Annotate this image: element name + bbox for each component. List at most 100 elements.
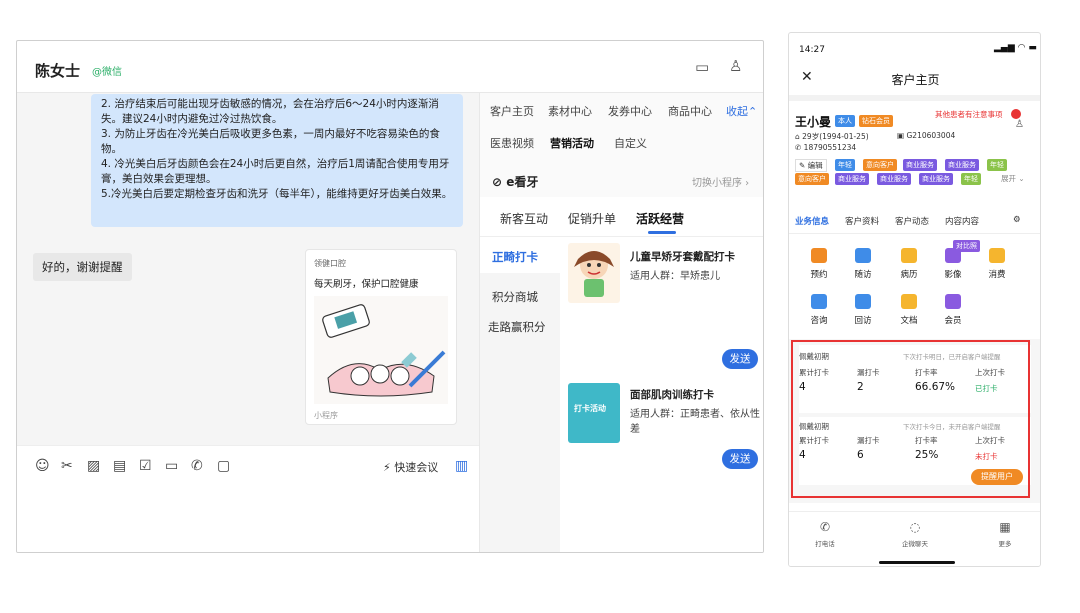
phone-number-value: 18790551234 xyxy=(803,143,857,152)
document-icon[interactable] xyxy=(901,294,917,309)
add-member-icon[interactable]: ♙ xyxy=(729,57,742,75)
tag: 商业服务 xyxy=(903,159,937,171)
toothbrush-illustration xyxy=(314,296,448,404)
checkbox-icon[interactable]: ☑ xyxy=(139,458,152,474)
edit-button[interactable]: ✎ 编辑 xyxy=(795,159,827,172)
sent-message: 2. 治疗结束后可能出现牙齿敏感的情况，会在治疗后6～24小时内逐渐消失。建议2… xyxy=(91,94,463,227)
checkin-activity-image: 打卡活动 xyxy=(568,383,620,443)
child-illustration xyxy=(568,243,620,303)
notice-text[interactable]: 其他患者有注意事项 xyxy=(935,109,1003,120)
document-icon[interactable]: ▤ xyxy=(113,458,126,474)
nav-chat[interactable]: 企微聊天 xyxy=(895,538,935,548)
settings-icon[interactable]: ⚙ xyxy=(1013,215,1021,225)
tab-custom[interactable]: 自定义 xyxy=(614,135,647,151)
tag: 年轻 xyxy=(835,159,855,171)
tag-vip: 钻石会员 xyxy=(859,115,893,127)
tag: 年轻 xyxy=(987,159,1007,171)
appointment-icon[interactable] xyxy=(811,248,827,263)
product-title: 儿童早矫牙套戴配打卡 xyxy=(630,251,735,263)
tab-marketing[interactable]: 营销活动 xyxy=(550,135,594,151)
product-audience: 适用人群：早矫患儿 xyxy=(630,271,720,282)
scissors-icon[interactable]: ✂ xyxy=(61,458,73,474)
expand-button[interactable]: 展开 ⌄ xyxy=(1001,173,1025,184)
grid-label: 会员 xyxy=(944,316,962,326)
consult-icon[interactable] xyxy=(811,294,827,309)
card-number: ▣ G210603004 xyxy=(897,131,956,140)
ptab-content[interactable]: 内容内容 xyxy=(945,215,979,227)
app-name: ⊘ e看牙 xyxy=(492,175,539,189)
chat-window: 陈女士 @微信 ▭ ♙ 2. 治疗结束后可能出现牙齿敏感的情况，会在治疗后6～2… xyxy=(16,40,764,553)
collapse-label: 收起 xyxy=(726,105,748,118)
image-icon[interactable]: ▨ xyxy=(87,458,100,474)
phone-icon[interactable]: ✆ xyxy=(191,458,203,474)
consume-icon[interactable] xyxy=(989,248,1005,263)
tab-customer-home[interactable]: 客户主页 xyxy=(490,103,534,119)
expand-label: 展开 xyxy=(1001,174,1016,183)
send-button[interactable]: 发送 xyxy=(722,349,758,369)
signal-battery-icon: ▂▄▆ ◠ ▬ xyxy=(994,43,1037,53)
activity-sidebar: 正畸打卡 积分商城 走路赢积分 xyxy=(480,237,560,552)
tag: 商业服务 xyxy=(877,173,911,185)
app-name-label: e看牙 xyxy=(506,175,539,189)
edit-label: 编辑 xyxy=(807,161,823,170)
emoji-icon[interactable]: ☺ xyxy=(35,458,50,474)
message-line: 5.冷光美白后要定期检查牙齿和洗牙（每半年），能维持更好牙齿美白效果。 xyxy=(101,188,453,200)
grid-label: 影像 xyxy=(944,270,962,280)
collapse-button[interactable]: 收起⌃ xyxy=(726,103,757,119)
more-icon[interactable]: ▦ xyxy=(985,520,1025,534)
notice-badge xyxy=(1011,109,1021,119)
side-item-walk[interactable]: 走路赢积分 xyxy=(488,319,546,335)
nav-more[interactable]: 更多 xyxy=(985,538,1025,548)
side-item-points[interactable]: 积分商城 xyxy=(492,289,538,305)
grid-label: 病历 xyxy=(900,270,918,280)
function-grid: 对比照 预约 随访 病历 影像 消费 咨询 回访 文档 会员 xyxy=(789,233,1040,339)
message-input[interactable] xyxy=(17,485,479,552)
record-icon[interactable] xyxy=(901,248,917,263)
tab-coupon[interactable]: 发券中心 xyxy=(608,103,652,119)
message-line: 4. 冷光美白后牙齿颜色会在24小时后更自然，治疗后1周请配合使用专用牙膏，美白… xyxy=(101,158,450,185)
tab-material[interactable]: 素材中心 xyxy=(548,103,592,119)
tag-self: 本人 xyxy=(835,115,855,127)
chat-header: 陈女士 @微信 ▭ ♙ xyxy=(17,41,763,93)
ptab-activity[interactable]: 客户动态 xyxy=(895,215,929,227)
chat-icon[interactable]: ◌ xyxy=(895,520,935,534)
bottom-nav: ✆ 打电话 ◌ 企微聊天 ▦ 更多 xyxy=(789,511,1040,566)
ptab-business[interactable]: 业务信息 xyxy=(795,215,829,227)
tab-product[interactable]: 商品中心 xyxy=(668,103,712,119)
person-icon[interactable]: ♙ xyxy=(1015,119,1024,130)
home-indicator xyxy=(879,561,955,564)
sidebar-toggle-icon[interactable]: ▥ xyxy=(455,458,468,474)
grid-label: 随访 xyxy=(854,270,872,280)
nav-call[interactable]: 打电话 xyxy=(805,538,845,548)
side-item-ortho[interactable]: 正畸打卡 xyxy=(492,249,538,265)
call-icon[interactable]: ✆ xyxy=(805,520,845,534)
subtab-new-customer[interactable]: 新客互动 xyxy=(500,210,548,227)
mini-program-card[interactable]: 领健口腔 每天刷牙，保护口腔健康 小程序 xyxy=(305,249,457,425)
ptab-profile[interactable]: 客户资料 xyxy=(845,215,879,227)
active-underline xyxy=(648,231,676,234)
quick-meeting-button[interactable]: ⚡ 快速会议 xyxy=(383,459,438,475)
patient-name: 王小曼 xyxy=(795,115,832,129)
age-birth: ⌂ 29岁(1994-01-25) xyxy=(795,132,869,141)
subtab-active[interactable]: 活跃经营 xyxy=(636,210,684,227)
grid-label: 咨询 xyxy=(810,316,828,326)
chat-toolbar: ☺ ✂ ▨ ▤ ☑ ▭ ✆ ▢ ⚡ 快速会议 ▥ xyxy=(17,445,479,485)
status-time: 14:27 xyxy=(799,45,825,55)
switch-mini-program[interactable]: 切换小程序 › xyxy=(692,174,749,189)
chat-messages: 2. 治疗结束后可能出现牙齿敏感的情况，会在治疗后6～24小时内逐渐消失。建议2… xyxy=(17,93,479,445)
page-title: 客户主页 xyxy=(891,73,940,87)
member-icon[interactable] xyxy=(945,294,961,309)
screen-icon[interactable]: ▢ xyxy=(217,458,230,474)
phone-number: ✆ 18790551234 xyxy=(795,143,857,152)
followup-icon[interactable] xyxy=(855,248,871,263)
customer-panel: 客户主页 素材中心 发券中心 商品中心 收起⌃ 医患视频 营销活动 自定义 ⊘ … xyxy=(479,93,763,552)
tab-video[interactable]: 医患视频 xyxy=(490,135,534,151)
product-title: 面部肌肉训练打卡 xyxy=(630,389,714,401)
subtab-promotion[interactable]: 促销升单 xyxy=(568,210,616,227)
received-message: 好的，谢谢提醒 xyxy=(33,253,132,281)
revisit-icon[interactable] xyxy=(855,294,871,309)
video-call-icon[interactable]: ▭ xyxy=(695,58,709,76)
folder-icon[interactable]: ▭ xyxy=(165,458,178,474)
send-button[interactable]: 发送 xyxy=(722,449,758,469)
phone-tabs: 业务信息 客户资料 客户动态 内容内容 ⚙ xyxy=(789,211,1040,235)
